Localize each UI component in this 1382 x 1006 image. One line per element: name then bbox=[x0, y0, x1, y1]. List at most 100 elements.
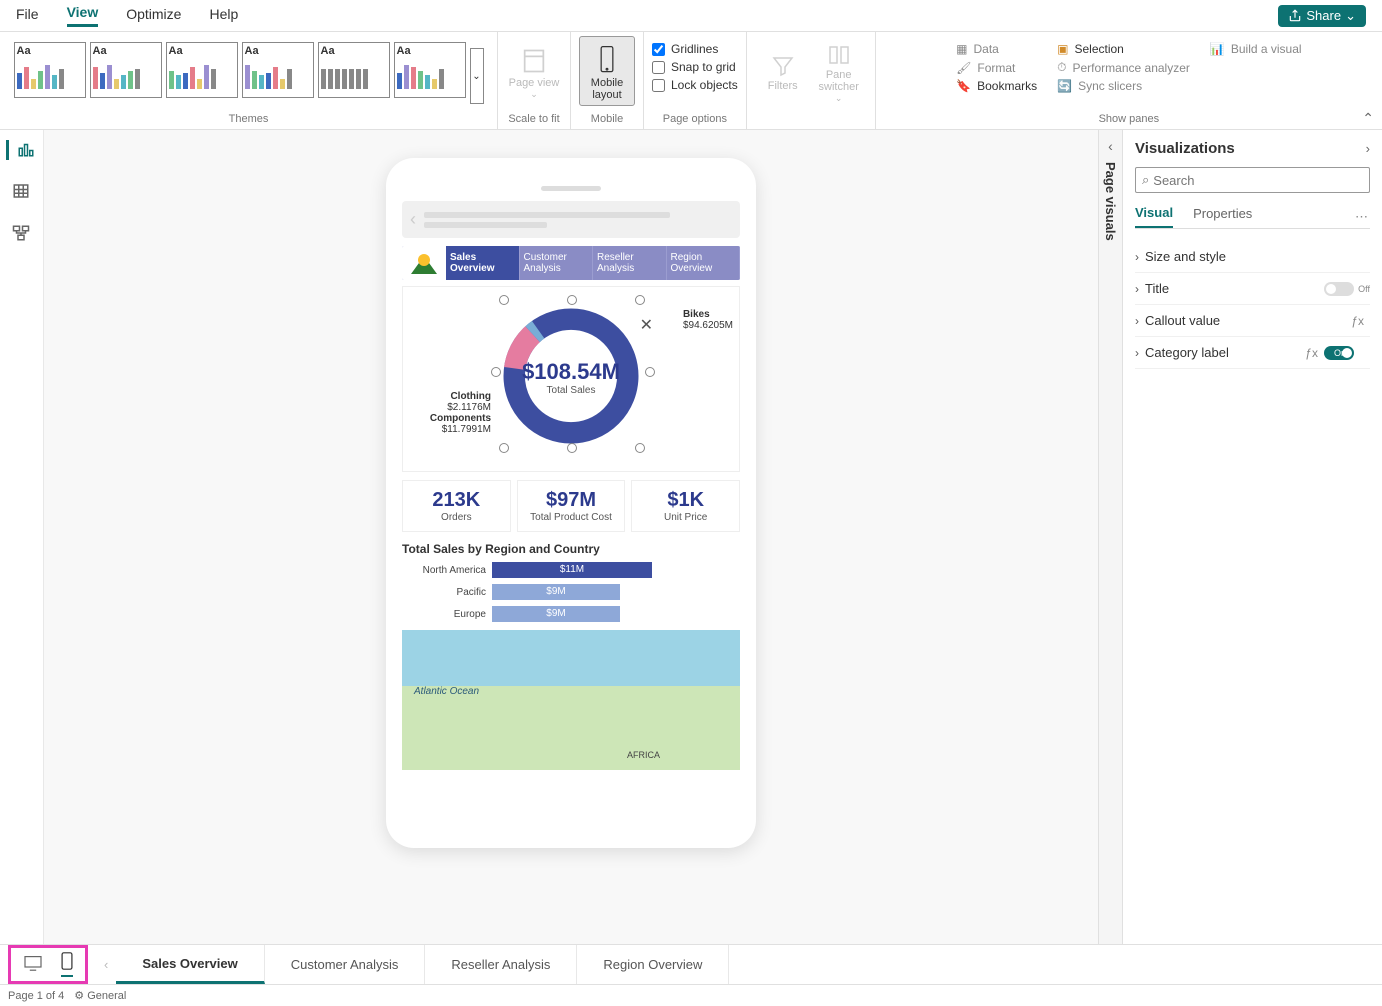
selection-icon: ▣ bbox=[1057, 42, 1068, 56]
data-pane-toggle[interactable]: ▦Data bbox=[956, 42, 1037, 56]
report-view-icon[interactable] bbox=[6, 140, 26, 160]
chevron-right-icon: › bbox=[1135, 282, 1139, 296]
pane-icon bbox=[827, 43, 851, 67]
ribbon-collapse[interactable]: ⌃ bbox=[1362, 110, 1374, 127]
theme-option[interactable]: Aa bbox=[394, 42, 466, 98]
build-icon: 📊 bbox=[1210, 42, 1225, 56]
share-icon bbox=[1288, 9, 1302, 23]
collapse-visualizations[interactable]: › bbox=[1366, 141, 1370, 156]
title-toggle[interactable] bbox=[1324, 282, 1354, 296]
expand-page-visuals[interactable]: ‹ bbox=[1108, 138, 1113, 154]
view-mode-selector bbox=[8, 945, 88, 984]
bookmark-icon: 🔖 bbox=[956, 79, 971, 93]
prop-category-label[interactable]: › Category label ƒx On bbox=[1135, 337, 1370, 369]
search-icon: ⌕ bbox=[1142, 172, 1149, 188]
format-icon: 🖌 bbox=[956, 61, 971, 75]
bar-chart[interactable]: North America$11M Pacific$9M Europe$9M bbox=[402, 562, 740, 622]
mobile-layout-button[interactable]: Mobile layout bbox=[579, 36, 635, 106]
theme-option[interactable]: Aa bbox=[242, 42, 314, 98]
donut-label-clothing: Clothing$2.1176M Components$11.7991M bbox=[407, 391, 491, 435]
mobile-label: Mobile bbox=[591, 113, 623, 127]
donut-center-value: $108.54M bbox=[403, 359, 739, 385]
bookmarks-pane-toggle[interactable]: 🔖Bookmarks bbox=[956, 79, 1037, 93]
chevron-down-icon: ⌄ bbox=[1345, 8, 1356, 24]
share-button[interactable]: Share ⌄ bbox=[1278, 5, 1366, 27]
fx-icon[interactable]: ƒx bbox=[1305, 346, 1318, 360]
theme-option[interactable]: Aa bbox=[166, 42, 238, 98]
sync-slicers-toggle[interactable]: 🔄Sync slicers bbox=[1057, 79, 1190, 93]
selection-pane-toggle[interactable]: ▣Selection bbox=[1057, 42, 1190, 56]
table-view-icon[interactable] bbox=[12, 182, 32, 202]
phone-tab-sales-overview[interactable]: SalesOverview bbox=[446, 246, 520, 280]
phone-tab-customer-analysis[interactable]: CustomerAnalysis bbox=[520, 246, 594, 280]
tab-visual[interactable]: Visual bbox=[1135, 205, 1173, 228]
themes-label: Themes bbox=[229, 113, 269, 127]
donut-label-bikes: Bikes$94.6205M bbox=[683, 309, 733, 331]
gridlines-checkbox[interactable]: Gridlines bbox=[652, 42, 738, 56]
tabs-prev[interactable]: ‹ bbox=[96, 957, 116, 972]
map-ocean-label: Atlantic Ocean bbox=[414, 686, 479, 697]
chevron-right-icon: › bbox=[1135, 314, 1139, 328]
phone-notch bbox=[541, 186, 601, 191]
page-tab-customer-analysis[interactable]: Customer Analysis bbox=[265, 945, 426, 984]
page-tab-region-overview[interactable]: Region Overview bbox=[577, 945, 729, 984]
status-page: Page 1 of 4 bbox=[8, 990, 64, 1002]
scale-to-fit-label: Scale to fit bbox=[508, 113, 559, 127]
desktop-layout-icon[interactable] bbox=[23, 955, 43, 974]
status-general: ⚙ General bbox=[74, 989, 126, 1002]
chevron-right-icon: › bbox=[1135, 346, 1139, 360]
lock-objects-checkbox[interactable]: Lock objects bbox=[652, 78, 738, 92]
phone-header: ‹ bbox=[402, 201, 740, 238]
snap-to-grid-checkbox[interactable]: Snap to grid bbox=[652, 60, 738, 74]
menu-file[interactable]: File bbox=[16, 6, 39, 26]
close-selection-icon[interactable]: ✕ bbox=[640, 315, 653, 335]
bar-chart-title: Total Sales by Region and Country bbox=[402, 542, 740, 556]
settings-icon: ⚙ bbox=[74, 990, 84, 1002]
performance-pane-toggle[interactable]: ⏱Performance analyzer bbox=[1057, 60, 1190, 75]
sync-icon: 🔄 bbox=[1057, 79, 1072, 93]
theme-option[interactable]: Aa bbox=[90, 42, 162, 98]
page-tab-reseller-analysis[interactable]: Reseller Analysis bbox=[425, 945, 577, 984]
mobile-icon bbox=[596, 45, 618, 75]
perf-icon: ⏱ bbox=[1057, 60, 1066, 75]
donut-visual[interactable]: $108.54M Total Sales Bikes$94.6205M Clot… bbox=[402, 286, 740, 472]
fx-icon[interactable]: ƒx bbox=[1351, 314, 1364, 328]
show-panes-label: Show panes bbox=[1099, 113, 1160, 127]
pane-switcher-button[interactable]: Pane switcher⌄ bbox=[811, 36, 867, 106]
phone-tab-region-overview[interactable]: RegionOverview bbox=[667, 246, 741, 280]
page-view-icon bbox=[520, 47, 548, 75]
filters-button[interactable]: Filters bbox=[755, 36, 811, 106]
back-icon[interactable]: ‹ bbox=[410, 209, 416, 230]
format-pane-toggle[interactable]: 🖌Format bbox=[956, 60, 1037, 75]
themes-dropdown[interactable]: ⌄ bbox=[470, 48, 484, 104]
metric-card-cost[interactable]: $97MTotal Product Cost bbox=[517, 480, 626, 532]
model-view-icon[interactable] bbox=[12, 224, 32, 244]
map-africa-label: AFRICA bbox=[627, 750, 660, 760]
menu-optimize[interactable]: Optimize bbox=[126, 6, 181, 26]
chevron-right-icon: › bbox=[1135, 250, 1139, 264]
viz-search[interactable]: ⌕ bbox=[1135, 167, 1370, 193]
mobile-preview: ‹ SalesOverview CustomerAnalysis Reselle… bbox=[386, 158, 756, 848]
data-icon: ▦ bbox=[956, 42, 967, 56]
menu-help[interactable]: Help bbox=[209, 6, 238, 26]
map-visual[interactable]: Atlantic Ocean AFRICA bbox=[402, 630, 740, 770]
viz-search-input[interactable] bbox=[1153, 173, 1363, 188]
metric-card-orders[interactable]: 213KOrders bbox=[402, 480, 511, 532]
page-tab-sales-overview[interactable]: Sales Overview bbox=[116, 945, 264, 984]
report-logo bbox=[402, 246, 446, 280]
phone-tab-reseller-analysis[interactable]: ResellerAnalysis bbox=[593, 246, 667, 280]
prop-title[interactable]: › Title Off bbox=[1135, 273, 1370, 305]
prop-callout[interactable]: › Callout value ƒx bbox=[1135, 305, 1370, 337]
build-visual-toggle[interactable]: 📊Build a visual bbox=[1210, 42, 1302, 56]
tab-properties[interactable]: Properties bbox=[1193, 206, 1252, 227]
theme-option[interactable]: Aa bbox=[318, 42, 390, 98]
page-view-button[interactable]: Page view⌄ bbox=[506, 36, 562, 106]
prop-size-style[interactable]: › Size and style bbox=[1135, 241, 1370, 273]
more-options[interactable]: ⋯ bbox=[1355, 209, 1370, 225]
mobile-layout-icon[interactable] bbox=[61, 952, 73, 977]
share-label: Share bbox=[1306, 8, 1341, 23]
menu-view[interactable]: View bbox=[67, 4, 99, 27]
theme-option[interactable]: Aa bbox=[14, 42, 86, 98]
metric-card-price[interactable]: $1KUnit Price bbox=[631, 480, 740, 532]
filter-icon bbox=[771, 54, 795, 78]
